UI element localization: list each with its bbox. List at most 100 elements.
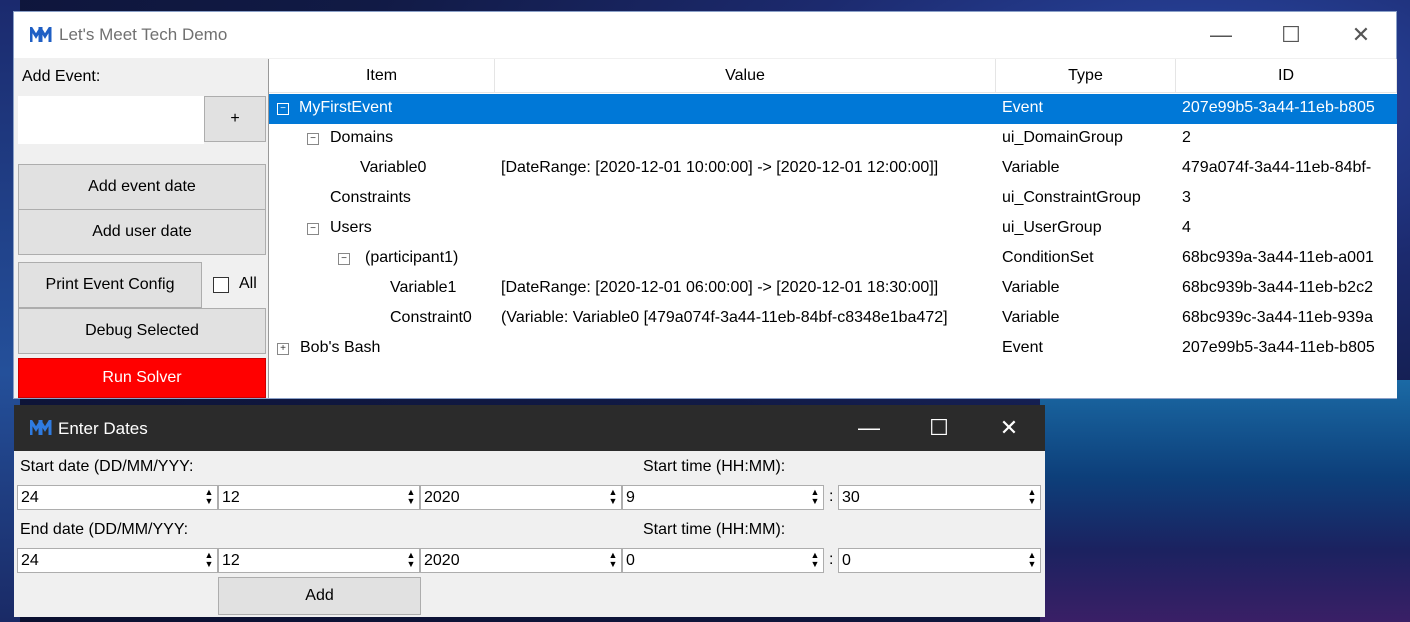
- column-header-id[interactable]: ID: [1176, 59, 1397, 93]
- start-time-label: Start time (HH:MM):: [643, 458, 786, 475]
- tree-row[interactable]: Constraint0 (Variable: Variable0 [479a07…: [269, 304, 1397, 334]
- spin-value: 30: [842, 489, 860, 506]
- add-event-date-button[interactable]: Add event date: [18, 164, 266, 210]
- start-date-label: Start date (DD/MM/YYY:: [20, 458, 194, 475]
- spin-arrows-icon[interactable]: ▲ ▼: [809, 488, 821, 507]
- collapse-icon[interactable]: −: [307, 133, 319, 145]
- tree-row[interactable]: − Users ui_UserGroup 4: [269, 214, 1397, 244]
- add-event-label: Add Event:: [22, 68, 101, 85]
- tree-value: (Variable: Variable0 [479a074f-3a44-11eb…: [501, 309, 948, 326]
- tree-row[interactable]: Variable0 [DateRange: [2020-12-01 10:00:…: [269, 154, 1397, 184]
- dialog-title: Enter Dates: [58, 419, 148, 438]
- start-month-spinbox[interactable]: 12 ▲ ▼: [218, 485, 420, 510]
- expand-icon[interactable]: +: [277, 343, 289, 355]
- tree-type: ConditionSet: [1002, 249, 1094, 266]
- tree-row[interactable]: − (participant1) ConditionSet 68bc939a-3…: [269, 244, 1397, 274]
- column-header-value[interactable]: Value: [495, 59, 996, 93]
- spin-arrows-icon[interactable]: ▲ ▼: [607, 488, 619, 507]
- tree-row[interactable]: + Bob's Bash Event 207e99b5-3a44-11eb-b8…: [269, 334, 1397, 364]
- spin-arrows-icon[interactable]: ▲ ▼: [203, 551, 215, 570]
- spin-arrows-icon[interactable]: ▲ ▼: [607, 551, 619, 570]
- add-user-date-button[interactable]: Add user date: [18, 209, 266, 255]
- spin-value: 9: [626, 489, 635, 506]
- tree-item-label: MyFirstEvent: [299, 99, 393, 116]
- start-year-spinbox[interactable]: 2020 ▲ ▼: [420, 485, 622, 510]
- tree-type: Event: [1002, 99, 1043, 116]
- tree-item-label: Domains: [330, 129, 394, 146]
- tree-type: ui_ConstraintGroup: [1002, 189, 1141, 206]
- column-header-item[interactable]: Item: [269, 59, 495, 93]
- end-day-spinbox[interactable]: 24 ▲ ▼: [17, 548, 218, 573]
- tree-type: ui_DomainGroup: [1002, 129, 1123, 146]
- tree-value: [DateRange: [2020-12-01 06:00:00] -> [20…: [501, 279, 939, 296]
- end-month-spinbox[interactable]: 12 ▲ ▼: [218, 548, 420, 573]
- collapse-icon[interactable]: −: [338, 253, 350, 265]
- minimize-button[interactable]: —: [1186, 12, 1256, 58]
- end-hour-spinbox[interactable]: 0 ▲ ▼: [622, 548, 824, 573]
- tree-row[interactable]: Variable1 [DateRange: [2020-12-01 06:00:…: [269, 274, 1397, 304]
- spin-value: 24: [21, 489, 39, 506]
- end-minute-spinbox[interactable]: 0 ▲ ▼: [838, 548, 1041, 573]
- debug-selected-button[interactable]: Debug Selected: [18, 308, 266, 354]
- dialog-title-bar: Enter Dates — ☐ ✕: [14, 405, 1045, 451]
- spin-arrows-icon[interactable]: ▲ ▼: [1026, 551, 1038, 570]
- tree-item-label: (participant1): [365, 249, 459, 266]
- tree-type: Event: [1002, 339, 1043, 356]
- spin-value: 12: [222, 552, 240, 569]
- column-header-type[interactable]: Type: [996, 59, 1176, 93]
- end-year-spinbox[interactable]: 2020 ▲ ▼: [420, 548, 622, 573]
- tree-id: 207e99b5-3a44-11eb-b805: [1182, 339, 1375, 356]
- app-logo-icon: [30, 420, 52, 435]
- spin-arrows-icon[interactable]: ▲ ▼: [405, 488, 417, 507]
- tree-value: [DateRange: [2020-12-01 10:00:00] -> [20…: [501, 159, 939, 176]
- spin-arrows-icon[interactable]: ▲ ▼: [405, 551, 417, 570]
- desktop-background: [1040, 380, 1410, 622]
- add-dates-button[interactable]: Add: [218, 577, 421, 615]
- spin-value: 2020: [424, 552, 460, 569]
- all-checkbox[interactable]: [213, 277, 229, 293]
- window-title: Let's Meet Tech Demo: [59, 25, 228, 44]
- tree-type: Variable: [1002, 309, 1060, 326]
- tree-item-label: Variable0: [360, 159, 427, 176]
- tree-type: ui_UserGroup: [1002, 219, 1102, 236]
- start-minute-spinbox[interactable]: 30 ▲ ▼: [838, 485, 1041, 510]
- tree-row[interactable]: Constraints ui_ConstraintGroup 3: [269, 184, 1397, 214]
- collapse-icon[interactable]: −: [277, 103, 289, 115]
- tree-item-label: Constraint0: [390, 309, 472, 326]
- tree-item-label: Users: [330, 219, 372, 236]
- spin-arrows-icon[interactable]: ▲ ▼: [203, 488, 215, 507]
- dialog-minimize-button[interactable]: —: [834, 405, 904, 451]
- tree-type: Variable: [1002, 279, 1060, 296]
- collapse-icon[interactable]: −: [307, 223, 319, 235]
- run-solver-button[interactable]: Run Solver: [18, 358, 266, 398]
- event-name-input[interactable]: [18, 96, 204, 144]
- end-date-label: End date (DD/MM/YYY:: [20, 521, 189, 538]
- print-event-config-button[interactable]: Print Event Config: [18, 262, 202, 308]
- main-window: Let's Meet Tech Demo — ☐ ✕ Add Event: + …: [14, 12, 1397, 398]
- close-button[interactable]: ✕: [1326, 12, 1396, 58]
- tree-id: 479a074f-3a44-11eb-84bf-: [1182, 159, 1372, 176]
- add-event-plus-button[interactable]: +: [204, 96, 266, 142]
- spin-arrows-icon[interactable]: ▲ ▼: [809, 551, 821, 570]
- all-checkbox-label: All: [239, 275, 257, 292]
- tree-id: 4: [1182, 219, 1191, 236]
- spin-value: 24: [21, 552, 39, 569]
- tree-row[interactable]: − Domains ui_DomainGroup 2: [269, 124, 1397, 154]
- dialog-maximize-button[interactable]: ☐: [904, 405, 974, 451]
- dialog-close-button[interactable]: ✕: [974, 405, 1044, 451]
- tree-id: 68bc939a-3a44-11eb-a001: [1182, 249, 1374, 266]
- maximize-button[interactable]: ☐: [1256, 12, 1326, 58]
- start-day-spinbox[interactable]: 24 ▲ ▼: [17, 485, 218, 510]
- spin-value: 0: [842, 552, 851, 569]
- event-tree[interactable]: Item Value Type ID − MyFirstEvent Event …: [268, 59, 1397, 398]
- time-separator: :: [829, 551, 834, 568]
- start-hour-spinbox[interactable]: 9 ▲ ▼: [622, 485, 824, 510]
- spin-value: 2020: [424, 489, 460, 506]
- tree-item-label: Variable1: [390, 279, 457, 296]
- tree-id: 2: [1182, 129, 1191, 146]
- tree-row[interactable]: − MyFirstEvent Event 207e99b5-3a44-11eb-…: [269, 94, 1397, 124]
- spin-arrows-icon[interactable]: ▲ ▼: [1026, 488, 1038, 507]
- tree-id: 3: [1182, 189, 1191, 206]
- tree-item-label: Bob's Bash: [300, 339, 381, 356]
- app-logo-icon: [30, 27, 52, 42]
